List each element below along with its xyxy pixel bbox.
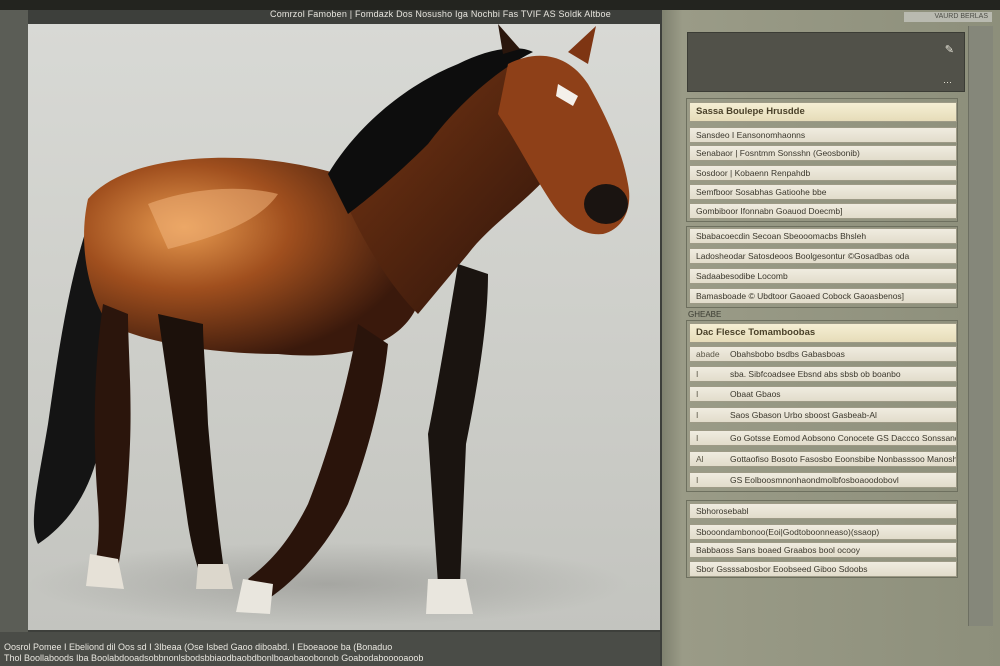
row-text: sba. Sibfcoadsee Ebsnd abs sbsb ob boanb… xyxy=(730,369,901,379)
status-line-2: Thol Boollaboods Iba Boolabdooadsobbnonl… xyxy=(4,653,424,663)
panel-scrollbar[interactable] xyxy=(968,26,993,626)
group-2-row-3[interactable]: Sadaabesodibe Locomb xyxy=(689,268,957,284)
group-1-row-1[interactable]: Sansdeo I Eansonomhaonns xyxy=(689,127,957,143)
group-4-row-3[interactable]: Sbor Gssssabosbor Eoobseed Giboo Sdoobs xyxy=(689,561,957,577)
group-3-row-3[interactable]: I Obaat Gbaos xyxy=(689,386,957,402)
group-1-row-4[interactable]: Semfboor Sosabhas Gatioohe bbe xyxy=(689,184,957,200)
status-bar: Oosrol Pomee I Ebeliond dil Oos sd I 3Ib… xyxy=(0,632,660,666)
row-text: Gottaofiso Bosoto Fasosbo Eoonsbibe Nonb… xyxy=(730,454,957,464)
row-index: I xyxy=(696,410,699,420)
group-2-row-4[interactable]: Bamasboade © Ubdtoor Gaoaed Cobock Gaoas… xyxy=(689,288,957,304)
group-4-row-1[interactable]: Sbooondambonoo(Eoi|Godtoboonneaso)(ssaop… xyxy=(689,524,957,540)
window-title: Comrzol Famoben | Fomdazk Dos Nosusho Ig… xyxy=(270,9,611,19)
row-index: I xyxy=(696,475,699,485)
group-4-label[interactable]: Sbhorosebabl xyxy=(689,503,957,519)
row-text: Saos Gbason Urbo sboost Gasbeab-Al xyxy=(730,410,877,420)
row-index: I xyxy=(696,369,699,379)
canvas-left-border xyxy=(0,10,28,632)
row-text: GS Eolboosmnonhaondmolbfosboaoodobovl xyxy=(730,475,899,485)
group-1-row-3[interactable]: Sosdoor | Kobaenn Renpahdb xyxy=(689,165,957,181)
image-canvas[interactable] xyxy=(28,24,660,630)
pencil-icon[interactable]: ✎ xyxy=(945,43,954,56)
group-1-row-2[interactable]: Senabaor | Fosntmm Sonsshn (Geosbonib) xyxy=(689,145,957,161)
group-3-row-6[interactable]: Al Gottaofiso Bosoto Fasosbo Eoonsbibe No… xyxy=(689,451,957,467)
group-2-label: GHEABE xyxy=(688,310,722,319)
status-line-1: Oosrol Pomee I Ebeliond dil Oos sd I 3Ib… xyxy=(4,642,393,652)
group-3-row-2[interactable]: Isba. Sibfcoadsee Ebsnd abs sbsb ob boan… xyxy=(689,366,957,382)
group-1-header[interactable]: Sassa Boulepe Hrusdde xyxy=(689,102,957,122)
panel-tab[interactable]: VAURD BERLAS xyxy=(904,12,992,22)
group-3-row-1[interactable]: abade Obahsbobo bsdbs Gabasboas xyxy=(689,346,957,362)
row-text: Obaat Gbaos xyxy=(730,389,781,399)
row-index: I xyxy=(696,433,699,443)
row-index: I xyxy=(696,389,699,399)
row-text: Obahsbobo bsdbs Gabasboas xyxy=(730,349,845,359)
group-2-row-1[interactable]: Sbabacoecdin Secoan Sbeooomacbs Bhsleh xyxy=(689,228,957,244)
group-3-row-4[interactable]: I Saos Gbason Urbo sboost Gasbeab-Al xyxy=(689,407,957,423)
dots-icon[interactable]: ⋯ xyxy=(943,77,952,88)
group-1-row-5[interactable]: Gombiboor Ifonnabn Goauod Doecmb] xyxy=(689,203,957,219)
horse-image xyxy=(28,24,630,626)
group-3-row-5[interactable]: I Go Gotsse Eomod Aobsono Conocete GS Dac… xyxy=(689,430,957,446)
preview-box: ✎ ⋯ xyxy=(687,32,965,92)
row-text: Go Gotsse Eomod Aobsono Conocete GS Dacc… xyxy=(730,433,957,443)
row-index: Al xyxy=(696,454,704,464)
group-4-row-2[interactable]: Babbaoss Sans boaed Graabos bool ocooy xyxy=(689,542,957,558)
group-3-row-7[interactable]: I GS Eolboosmnonhaondmolbfosboaoodobovl xyxy=(689,472,957,488)
row-index: abade xyxy=(696,349,720,359)
group-3-header[interactable]: Dac Flesce Tomamboobas xyxy=(689,323,957,343)
group-2-row-2[interactable]: Ladosheodar Satosdeoos Boolgesontur ©Gos… xyxy=(689,248,957,264)
